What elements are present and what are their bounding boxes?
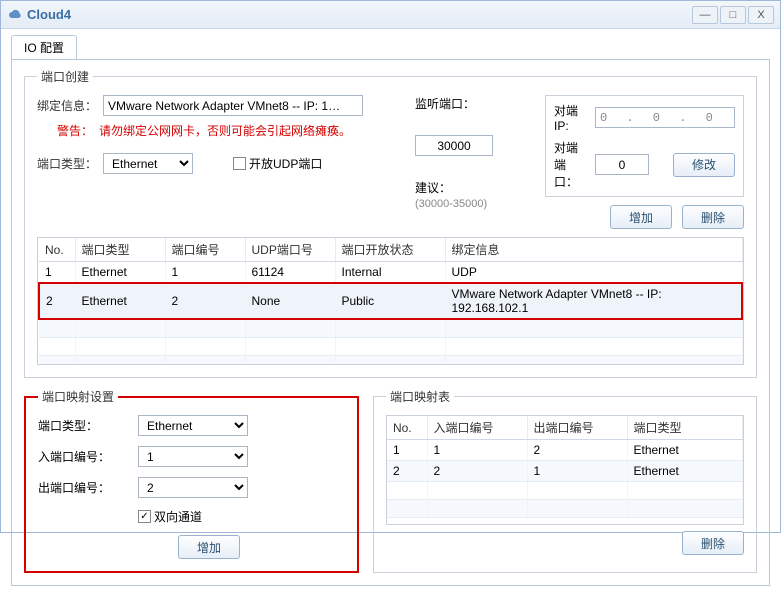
map-in-label: 入端口编号：	[38, 448, 138, 465]
listen-port-label: 监听端口：	[415, 95, 527, 131]
port-create-group: 端口创建 绑定信息： 警告： 请勿绑定公网网卡，否则可能会引起网络瘫痪。	[24, 68, 757, 378]
minimize-button[interactable]: —	[692, 6, 718, 24]
mcol-in[interactable]: 入端口编号	[427, 416, 527, 440]
port-map-table-group: 端口映射表 No. 入端口编号 出端口编号 端口类型	[373, 388, 757, 573]
window-title: Cloud4	[27, 7, 71, 22]
peer-ip-input[interactable]	[595, 107, 735, 128]
port-table[interactable]: No. 端口类型 端口编号 UDP端口号 端口开放状态 绑定信息 1 Ether…	[37, 237, 744, 365]
col-bind[interactable]: 绑定信息	[445, 238, 742, 262]
delete-port-button[interactable]: 删除	[682, 205, 744, 229]
mcol-no[interactable]: No.	[387, 416, 427, 440]
port-type-label: 端口类型：	[37, 155, 97, 172]
map-out-label: 出端口编号：	[38, 479, 138, 496]
peer-port-label: 对端端口：	[554, 139, 587, 190]
port-create-legend: 端口创建	[37, 68, 93, 85]
peer-box: 对端IP: 对端端口： 修改	[545, 95, 744, 197]
bidirectional-checkbox[interactable]: ✓ 双向通道	[138, 508, 345, 525]
suggest-range: (30000-35000)	[415, 198, 487, 210]
warning-text: 请勿绑定公网网卡，否则可能会引起网络瘫痪。	[99, 122, 351, 139]
checkbox-icon	[233, 157, 246, 170]
warning-label: 警告：	[37, 122, 93, 139]
table-row[interactable]: 2 2 1 Ethernet	[387, 461, 743, 482]
bidirectional-label: 双向通道	[154, 508, 202, 525]
bind-adapter-select[interactable]	[103, 95, 363, 116]
col-num[interactable]: 端口编号	[165, 238, 245, 262]
map-add-button[interactable]: 增加	[178, 535, 240, 559]
suggest-label: 建议：	[415, 181, 451, 195]
tab-panel: 端口创建 绑定信息： 警告： 请勿绑定公网网卡，否则可能会引起网络瘫痪。	[11, 59, 770, 586]
app-logo-icon	[7, 7, 23, 23]
peer-ip-label: 对端IP:	[554, 102, 587, 133]
checkbox-icon: ✓	[138, 510, 151, 523]
app-window: Cloud4 — □ X IO 配置 端口创建 绑定信息：	[0, 0, 781, 533]
map-in-select[interactable]: 1	[138, 446, 248, 467]
add-port-button[interactable]: 增加	[610, 205, 672, 229]
open-udp-label: 开放UDP端口	[249, 155, 322, 172]
open-udp-checkbox[interactable]: 开放UDP端口	[233, 155, 322, 172]
col-state[interactable]: 端口开放状态	[335, 238, 445, 262]
mcol-type[interactable]: 端口类型	[627, 416, 743, 440]
listen-port-input[interactable]	[415, 135, 493, 156]
map-delete-button[interactable]: 删除	[682, 531, 744, 555]
col-type[interactable]: 端口类型	[75, 238, 165, 262]
close-button[interactable]: X	[748, 6, 774, 24]
bind-label: 绑定信息：	[37, 97, 97, 114]
map-port-type-select[interactable]: Ethernet	[138, 415, 248, 436]
titlebar[interactable]: Cloud4 — □ X	[1, 1, 780, 29]
map-settings-legend: 端口映射设置	[38, 388, 118, 405]
map-table[interactable]: No. 入端口编号 出端口编号 端口类型 1 1 2 Ethern	[386, 415, 744, 525]
port-type-select[interactable]: Ethernet	[103, 153, 193, 174]
map-out-select[interactable]: 2	[138, 477, 248, 498]
tab-io-config[interactable]: IO 配置	[11, 35, 77, 59]
modify-button[interactable]: 修改	[673, 153, 735, 177]
mcol-out[interactable]: 出端口编号	[527, 416, 627, 440]
table-row[interactable]: 1 1 2 Ethernet	[387, 440, 743, 461]
maximize-button[interactable]: □	[720, 6, 746, 24]
col-udp[interactable]: UDP端口号	[245, 238, 335, 262]
col-no[interactable]: No.	[39, 238, 75, 262]
map-table-legend: 端口映射表	[386, 388, 454, 405]
map-port-type-label: 端口类型：	[38, 417, 138, 434]
port-map-settings-group: 端口映射设置 端口类型： Ethernet 入端口编号： 1 出端口编号： 2 …	[24, 388, 359, 573]
table-row[interactable]: 2 Ethernet 2 None Public VMware Network …	[39, 283, 742, 319]
table-row[interactable]: 1 Ethernet 1 61124 Internal UDP	[39, 262, 742, 284]
peer-port-input[interactable]	[595, 154, 649, 175]
